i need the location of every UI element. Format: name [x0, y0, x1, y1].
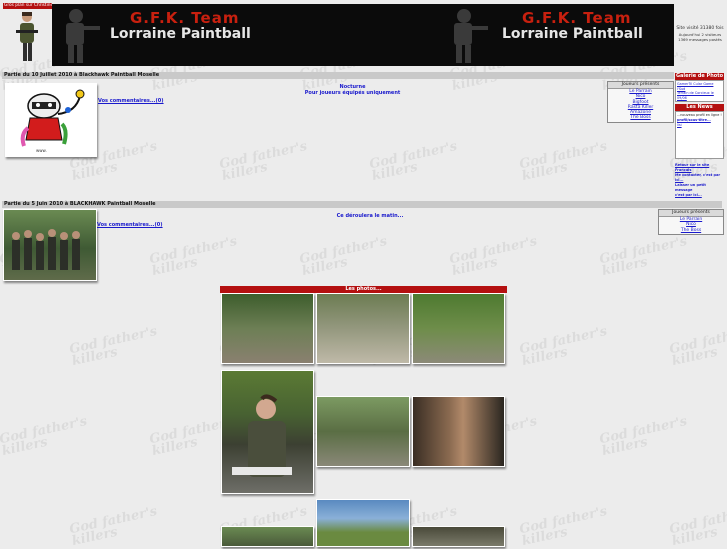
banner-subtitle-left: Lorraine Paintball	[110, 26, 251, 42]
watermark-text: God father'skillers	[518, 324, 609, 369]
gallery-photo[interactable]	[316, 396, 410, 467]
section-title: Partie du 5 Juin 2010 à BLACKHAWK Paintb…	[2, 201, 722, 208]
message-text: Laisser un petit message	[675, 183, 706, 193]
player-link[interactable]: The Boss	[608, 115, 673, 120]
watermark-text: God father'skillers	[598, 414, 689, 459]
watermark-text: God father'skillers	[218, 139, 309, 184]
watermark-text: God father'skillers	[668, 504, 727, 549]
right-sidebar: Galerie de Photo Gamer?Il Cuíar Game l'S…	[675, 73, 724, 198]
news-box: ...nouveau profil en ligne ! profil/sous…	[675, 111, 724, 160]
watermark-text: God father'skillers	[448, 234, 539, 279]
players-box-title: Joueurs présents	[608, 82, 673, 89]
watermark-text: God father'skillers	[368, 139, 459, 184]
banner-title-right: G.F.K. Team	[522, 9, 632, 27]
players-box-title: Joueurs présents	[659, 210, 723, 217]
comments-link[interactable]: Vos commentaires...(0)	[97, 222, 163, 228]
watermark-text: God father'skillers	[298, 234, 389, 279]
section-info: Nocturne Pour joueurs équipés uniquement	[300, 84, 405, 96]
watermark-text: God father'skillers	[668, 324, 727, 369]
banner-title-left: G.F.K. Team	[130, 9, 240, 27]
paintballer-right-icon	[454, 9, 488, 63]
section-logo-image[interactable]: www.	[5, 83, 97, 157]
news-link[interactable]: lisi	[677, 123, 722, 128]
comments-link[interactable]: Vos commentaires...(0)	[98, 98, 164, 104]
watermark-text: God father'skillers	[68, 504, 159, 549]
contact-block: Retour sur le site Français Me contacter…	[675, 163, 724, 198]
gallery-photo[interactable]	[316, 499, 410, 547]
gallery-photo[interactable]	[221, 293, 314, 364]
top-nav-link[interactable]: Gros plan sur Christine	[3, 3, 52, 9]
paintballer-left-icon	[66, 9, 100, 63]
watermark-text: God father'skillers	[148, 234, 239, 279]
site-stats: Site visité 31380 fois Aujourd'hui 2 vis…	[676, 26, 724, 42]
site-banner: G.F.K. Team Lorraine Paintball G.F.K. Te…	[52, 4, 674, 66]
gallery-photo[interactable]	[221, 526, 314, 547]
message-link[interactable]: c'est par ici...	[675, 193, 724, 198]
watermark-text: God father'skillers	[598, 234, 689, 279]
avatar	[14, 10, 40, 64]
svg-text:www.: www.	[36, 148, 47, 153]
info-line: Pour joueurs équipés uniquement	[304, 90, 401, 96]
stat-messages: 1369 messages postés	[678, 37, 722, 42]
watermark-text: God father'skillers	[518, 504, 609, 549]
gallery-header: Galerie de Photo	[675, 73, 724, 80]
gallery-photo[interactable]	[412, 526, 505, 547]
gallery-photo[interactable]	[316, 293, 410, 364]
info-line: Ce déroulera le matin...	[336, 213, 404, 219]
watermark-text: God father'skillers	[0, 414, 89, 459]
section-title: Partie du 10 Juillet 2010 à Blackhawk Pa…	[2, 72, 674, 79]
photo-gallery: Les photos...	[220, 286, 507, 293]
news-header: Les News	[675, 104, 724, 112]
watermark-text: God father'skillers	[518, 139, 609, 184]
section-group-photo[interactable]	[3, 209, 97, 281]
gallery-title: Les photos...	[220, 286, 507, 293]
gallery-photo[interactable]	[412, 293, 505, 364]
gallery-photo[interactable]	[412, 396, 505, 467]
players-box: Joueurs présents Le Parrain Nico The Bos…	[658, 209, 724, 235]
gallery-photo[interactable]	[221, 370, 314, 494]
return-link[interactable]: Retour sur le site Français	[675, 163, 724, 173]
player-link[interactable]: The Boss	[659, 228, 723, 233]
banner-subtitle-right: Lorraine Paintball	[502, 26, 643, 42]
section-info: Ce déroulera le matin...	[300, 213, 440, 219]
gallery-item[interactable]: Terrain de Corcieux le 09/06	[677, 91, 722, 100]
watermark-text: God father'skillers	[68, 324, 159, 369]
players-box: Joueurs présents Le Parrain Nico Bigfoot…	[607, 81, 674, 123]
